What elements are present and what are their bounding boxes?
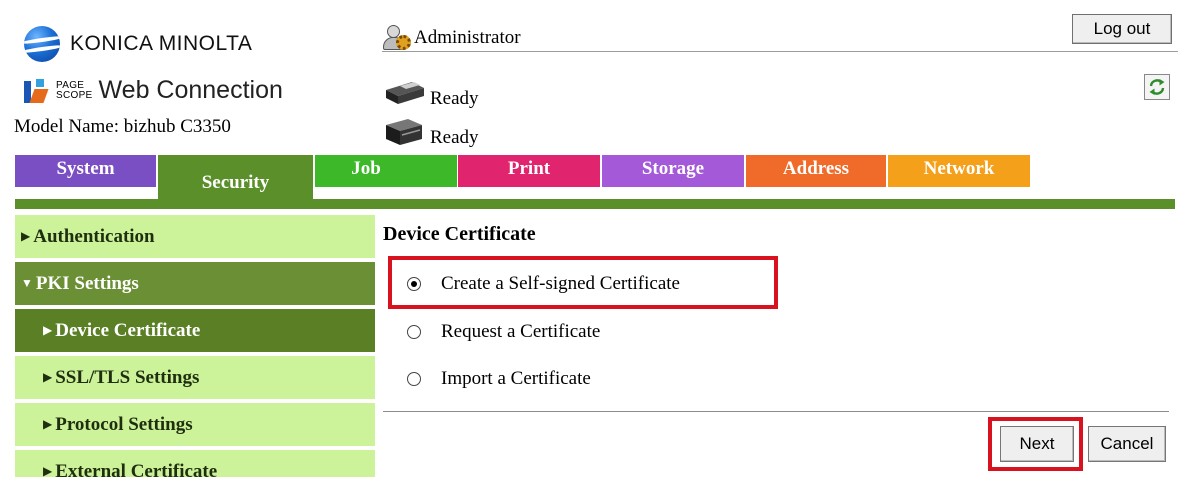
pagescope-logo: PAGE SCOPE Web Connection	[24, 76, 283, 105]
arrow-right-icon: ▶	[21, 229, 31, 243]
radio-request-certificate[interactable]	[407, 325, 421, 339]
sidebar-item-protocol-settings[interactable]: ▶ Protocol Settings	[15, 403, 375, 446]
tab-storage[interactable]: Storage	[602, 155, 744, 187]
pagescope-icon	[24, 78, 54, 103]
printer-status-text: Ready	[430, 88, 479, 109]
page-title: Device Certificate	[383, 223, 536, 245]
radio-create-self-signed[interactable]	[407, 277, 421, 291]
brand-name: KONICA MINOLTA	[70, 32, 253, 55]
administrator-icon	[382, 24, 412, 51]
logout-button[interactable]: Log out	[1072, 14, 1172, 44]
divider	[383, 411, 1169, 412]
option-label: Create a Self-signed Certificate	[441, 273, 680, 294]
scanner-status: Ready	[382, 117, 479, 148]
tab-underline	[15, 199, 1175, 209]
sidebar: ▶ Authentication ▼ PKI Settings ▶ Device…	[15, 215, 375, 477]
pagescope-line2: SCOPE	[56, 89, 93, 101]
pagescope-line1: PAGE	[56, 79, 85, 91]
tab-address[interactable]: Address	[746, 155, 886, 187]
printer-icon	[386, 82, 424, 104]
tab-network[interactable]: Network	[888, 155, 1030, 187]
sidebar-item-label: SSL/TLS Settings	[55, 366, 200, 388]
sidebar-item-label: PKI Settings	[35, 272, 139, 294]
option-label: Import a Certificate	[441, 368, 591, 389]
arrow-right-icon: ▶	[43, 464, 53, 477]
option-label: Request a Certificate	[441, 321, 601, 342]
sidebar-item-authentication[interactable]: ▶ Authentication	[15, 215, 375, 258]
tab-job[interactable]: Job	[315, 155, 457, 187]
app-title: Web Connection	[98, 76, 283, 104]
user-bar: Administrator	[382, 24, 1178, 52]
arrow-right-icon: ▶	[43, 323, 53, 337]
sidebar-item-ssl-tls-settings[interactable]: ▶ SSL/TLS Settings	[15, 356, 375, 399]
sidebar-item-external-certificate[interactable]: ▶ External Certificate	[15, 450, 375, 477]
sidebar-item-device-certificate[interactable]: ▶ Device Certificate	[15, 309, 375, 352]
next-button[interactable]: Next	[1000, 426, 1074, 462]
model-name: Model Name: bizhub C3350	[14, 116, 231, 137]
arrow-right-icon: ▶	[43, 417, 53, 431]
konica-minolta-logo: KONICA MINOLTA	[24, 26, 252, 62]
printer-status: Ready	[382, 78, 479, 109]
sidebar-item-label: Device Certificate	[55, 319, 201, 341]
tab-print[interactable]: Print	[458, 155, 600, 187]
sidebar-item-label: Authentication	[33, 225, 155, 247]
sidebar-item-label: Protocol Settings	[55, 413, 193, 435]
globe-logo-icon	[24, 26, 60, 62]
main-tabs: System Security Job Print Storage Addres…	[15, 155, 1175, 201]
option-create-self-signed[interactable]: Create a Self-signed Certificate	[407, 273, 680, 295]
tab-security[interactable]: Security	[158, 155, 313, 201]
arrow-right-icon: ▶	[43, 370, 53, 384]
sidebar-item-label: External Certificate	[55, 460, 218, 477]
scanner-icon	[386, 119, 422, 145]
user-name: Administrator	[414, 26, 521, 48]
option-request-certificate[interactable]: Request a Certificate	[407, 321, 600, 343]
main-content: Device Certificate Create a Self-signed …	[383, 215, 1173, 471]
arrow-down-icon: ▼	[21, 276, 33, 290]
refresh-icon[interactable]	[1144, 74, 1170, 100]
tab-system[interactable]: System	[15, 155, 156, 187]
option-import-certificate[interactable]: Import a Certificate	[407, 368, 591, 390]
scanner-status-text: Ready	[430, 127, 479, 148]
sidebar-item-pki-settings[interactable]: ▼ PKI Settings	[15, 262, 375, 305]
radio-import-certificate[interactable]	[407, 372, 421, 386]
cancel-button[interactable]: Cancel	[1088, 426, 1166, 462]
